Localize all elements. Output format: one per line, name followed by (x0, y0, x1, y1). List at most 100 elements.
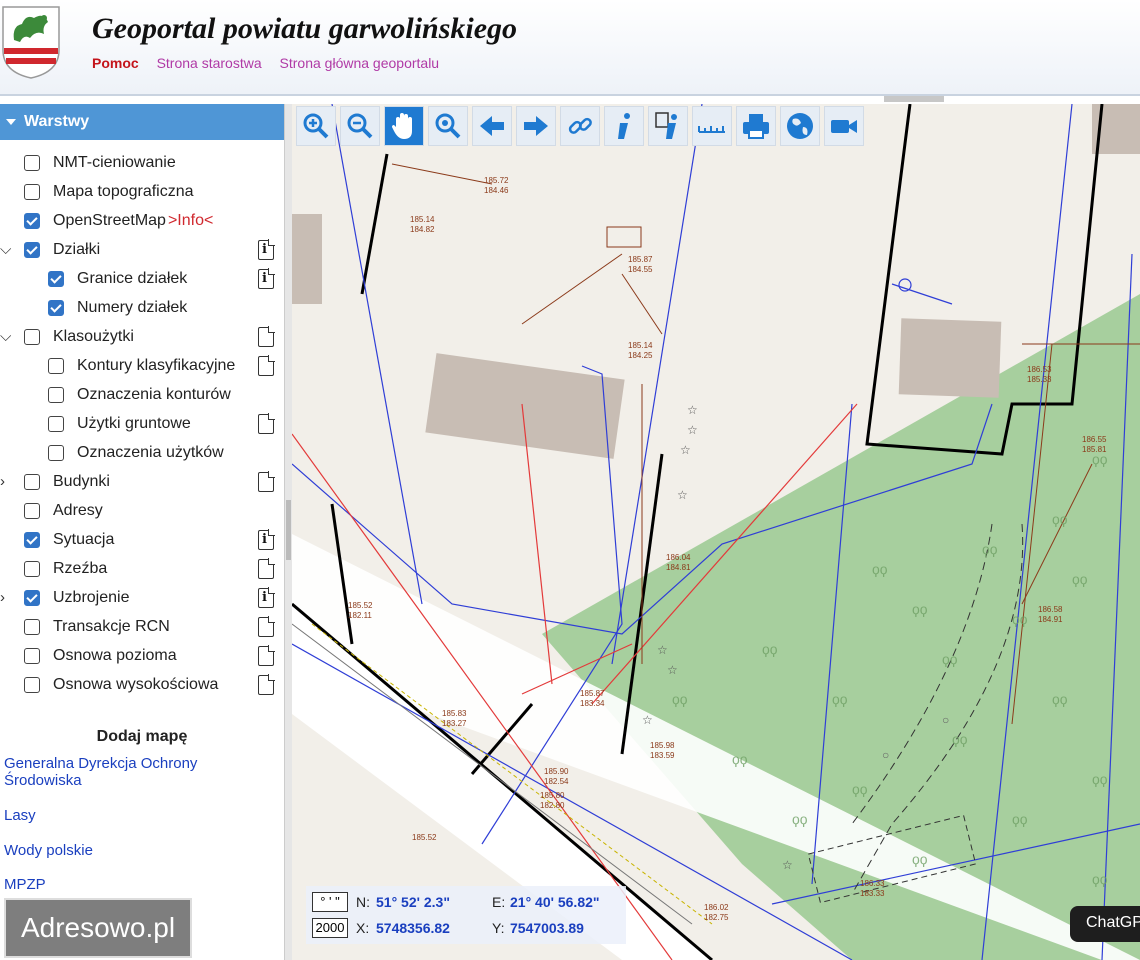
layer-info-icon[interactable] (258, 268, 275, 289)
layer-checkbox[interactable] (24, 590, 40, 606)
layer-checkbox[interactable] (24, 648, 40, 664)
layer-item-numery[interactable]: Numery działek (48, 295, 187, 321)
layer-item-rcn[interactable]: Transakcje RCN (24, 614, 170, 640)
building-shape (425, 353, 625, 459)
building-shape (292, 214, 322, 304)
layer-legend-icon[interactable] (258, 413, 275, 434)
x-label: X: (356, 920, 370, 936)
layer-legend-icon[interactable] (258, 355, 275, 376)
measure-button[interactable] (692, 106, 732, 146)
forward-arrow-icon (524, 116, 548, 136)
pan-button[interactable] (384, 106, 424, 146)
expand-dzialki-icon[interactable]: ⌵ (0, 237, 12, 263)
layer-checkbox[interactable] (24, 242, 40, 258)
layer-legend-icon[interactable] (258, 674, 275, 695)
info-area-button[interactable] (648, 106, 688, 146)
link-button[interactable] (560, 106, 600, 146)
layer-item-topo[interactable]: Mapa topograficzna (24, 179, 194, 205)
layer-info-icon[interactable] (258, 587, 275, 608)
elev-label: 186.53 (1027, 365, 1052, 374)
svg-text:ϙϙ: ϙϙ (832, 691, 848, 707)
expand-klasouzytki-icon[interactable]: ⌵ (0, 324, 12, 350)
layer-item-osnowa-wysokosciowa[interactable]: Osnowa wysokościowa (24, 672, 218, 698)
layer-legend-icon[interactable] (258, 616, 275, 637)
layer-item-klasouzytki[interactable]: Klasoużytki (24, 324, 134, 350)
layer-item-granice[interactable]: Granice działek (48, 266, 187, 292)
layer-checkbox[interactable] (24, 619, 40, 635)
degree-format-button[interactable]: ° ' " (312, 892, 348, 912)
layer-item-budynki[interactable]: Budynki (24, 469, 110, 495)
layer-checkbox[interactable] (48, 358, 64, 374)
svg-text:ϙϙ: ϙϙ (732, 751, 748, 767)
nav-county-site-link[interactable]: Strona starostwa (157, 55, 262, 71)
layer-label: Osnowa pozioma (53, 647, 177, 664)
layer-checkbox[interactable] (48, 387, 64, 403)
layer-item-adresy[interactable]: Adresy (24, 498, 103, 524)
layer-item-dzialki[interactable]: Działki (24, 237, 100, 263)
camera-button[interactable] (824, 106, 864, 146)
layer-item-oznaczenia-uzytkow[interactable]: Oznaczenia użytków (48, 440, 224, 466)
layer-item-uzbrojenie[interactable]: Uzbrojenie (24, 585, 129, 611)
layer-checkbox[interactable] (48, 271, 64, 287)
layer-checkbox[interactable] (24, 184, 40, 200)
layer-item-uzytki[interactable]: Użytki gruntowe (48, 411, 191, 437)
layer-item-osm[interactable]: OpenStreetMap >Info< (24, 208, 213, 234)
elev-label: 186.02 (704, 903, 729, 912)
osm-info-link[interactable]: >Info< (168, 212, 213, 230)
x-value: 5748356.82 (376, 920, 450, 936)
zoom-out-button[interactable] (340, 106, 380, 146)
layer-label: Granice działek (77, 270, 188, 287)
next-view-button[interactable] (516, 106, 556, 146)
print-button[interactable] (736, 106, 776, 146)
layers-panel-header[interactable]: Warstwy (0, 104, 284, 140)
add-map-link-gdos[interactable]: Generalna Dyrekcja Ochrony Środowiska (4, 755, 234, 789)
chatgpt-badge[interactable]: ChatGPT (1070, 906, 1140, 942)
n-label: N: (356, 894, 370, 910)
layer-legend-icon[interactable] (258, 326, 275, 347)
svg-text:ϙϙ: ϙϙ (1052, 511, 1068, 527)
previous-view-button[interactable] (472, 106, 512, 146)
layer-checkbox[interactable] (48, 300, 64, 316)
layer-checkbox[interactable] (24, 155, 40, 171)
layer-checkbox[interactable] (24, 503, 40, 519)
layer-item-kontury[interactable]: Kontury klasyfikacyjne (48, 353, 235, 379)
layer-legend-icon[interactable] (258, 558, 275, 579)
layer-info-icon[interactable] (258, 239, 275, 260)
zoom-extent-button[interactable] (428, 106, 468, 146)
nav-help-link[interactable]: Pomoc (92, 55, 139, 71)
layer-item-nmt[interactable]: NMT-cieniowanie (24, 150, 176, 176)
elev-label: 182.54 (544, 777, 569, 786)
layer-checkbox[interactable] (24, 561, 40, 577)
layer-checkbox[interactable] (24, 474, 40, 490)
expand-uzbrojenie-icon[interactable]: › (0, 585, 12, 611)
layer-checkbox[interactable] (48, 416, 64, 432)
horizontal-scroll-thumb[interactable] (884, 96, 944, 102)
layer-checkbox[interactable] (24, 677, 40, 693)
layer-label: Oznaczenia konturów (77, 386, 231, 403)
layer-item-oznaczenia-konturow[interactable]: Oznaczenia konturów (48, 382, 231, 408)
layer-item-rzezba[interactable]: Rzeźba (24, 556, 107, 582)
layer-checkbox[interactable] (24, 329, 40, 345)
layer-checkbox[interactable] (48, 445, 64, 461)
zoom-in-button[interactable] (296, 106, 336, 146)
globe-button[interactable] (780, 106, 820, 146)
add-map-link-lasy[interactable]: Lasy (4, 807, 36, 824)
layer-checkbox[interactable] (24, 213, 40, 229)
map-canvas[interactable]: ☆ ☆ ☆ ☆ ☆ ☆ ☆ ☆ ○ ○ ϙϙ ϙϙ ϙϙ ϙϙ ϙϙ ϙϙ ϙϙ ϙϙ ϙϙ ϙϙ ϙϙ ϙ… (292, 104, 1140, 960)
layer-item-osnowa-pozioma[interactable]: Osnowa pozioma (24, 643, 177, 669)
expand-budynki-icon[interactable]: › (0, 469, 12, 495)
add-map-link-wody[interactable]: Wody polskie (4, 842, 93, 859)
sidebar-scroll-thumb[interactable] (286, 500, 291, 560)
layer-checkbox[interactable] (24, 532, 40, 548)
scale-input[interactable]: 2000 (312, 918, 348, 938)
layer-legend-icon[interactable] (258, 645, 275, 666)
info-button[interactable] (604, 106, 644, 146)
layer-legend-icon[interactable] (258, 471, 275, 492)
y-value: 7547003.89 (510, 920, 584, 936)
add-map-link-mpzp[interactable]: MPZP (4, 876, 46, 893)
svg-text:ϙϙ: ϙϙ (762, 641, 778, 657)
svg-text:☆: ☆ (687, 403, 698, 417)
nav-geoportal-home-link[interactable]: Strona główna geoportalu (280, 55, 440, 71)
layer-item-sytuacja[interactable]: Sytuacja (24, 527, 114, 553)
layer-info-icon[interactable] (258, 529, 275, 550)
